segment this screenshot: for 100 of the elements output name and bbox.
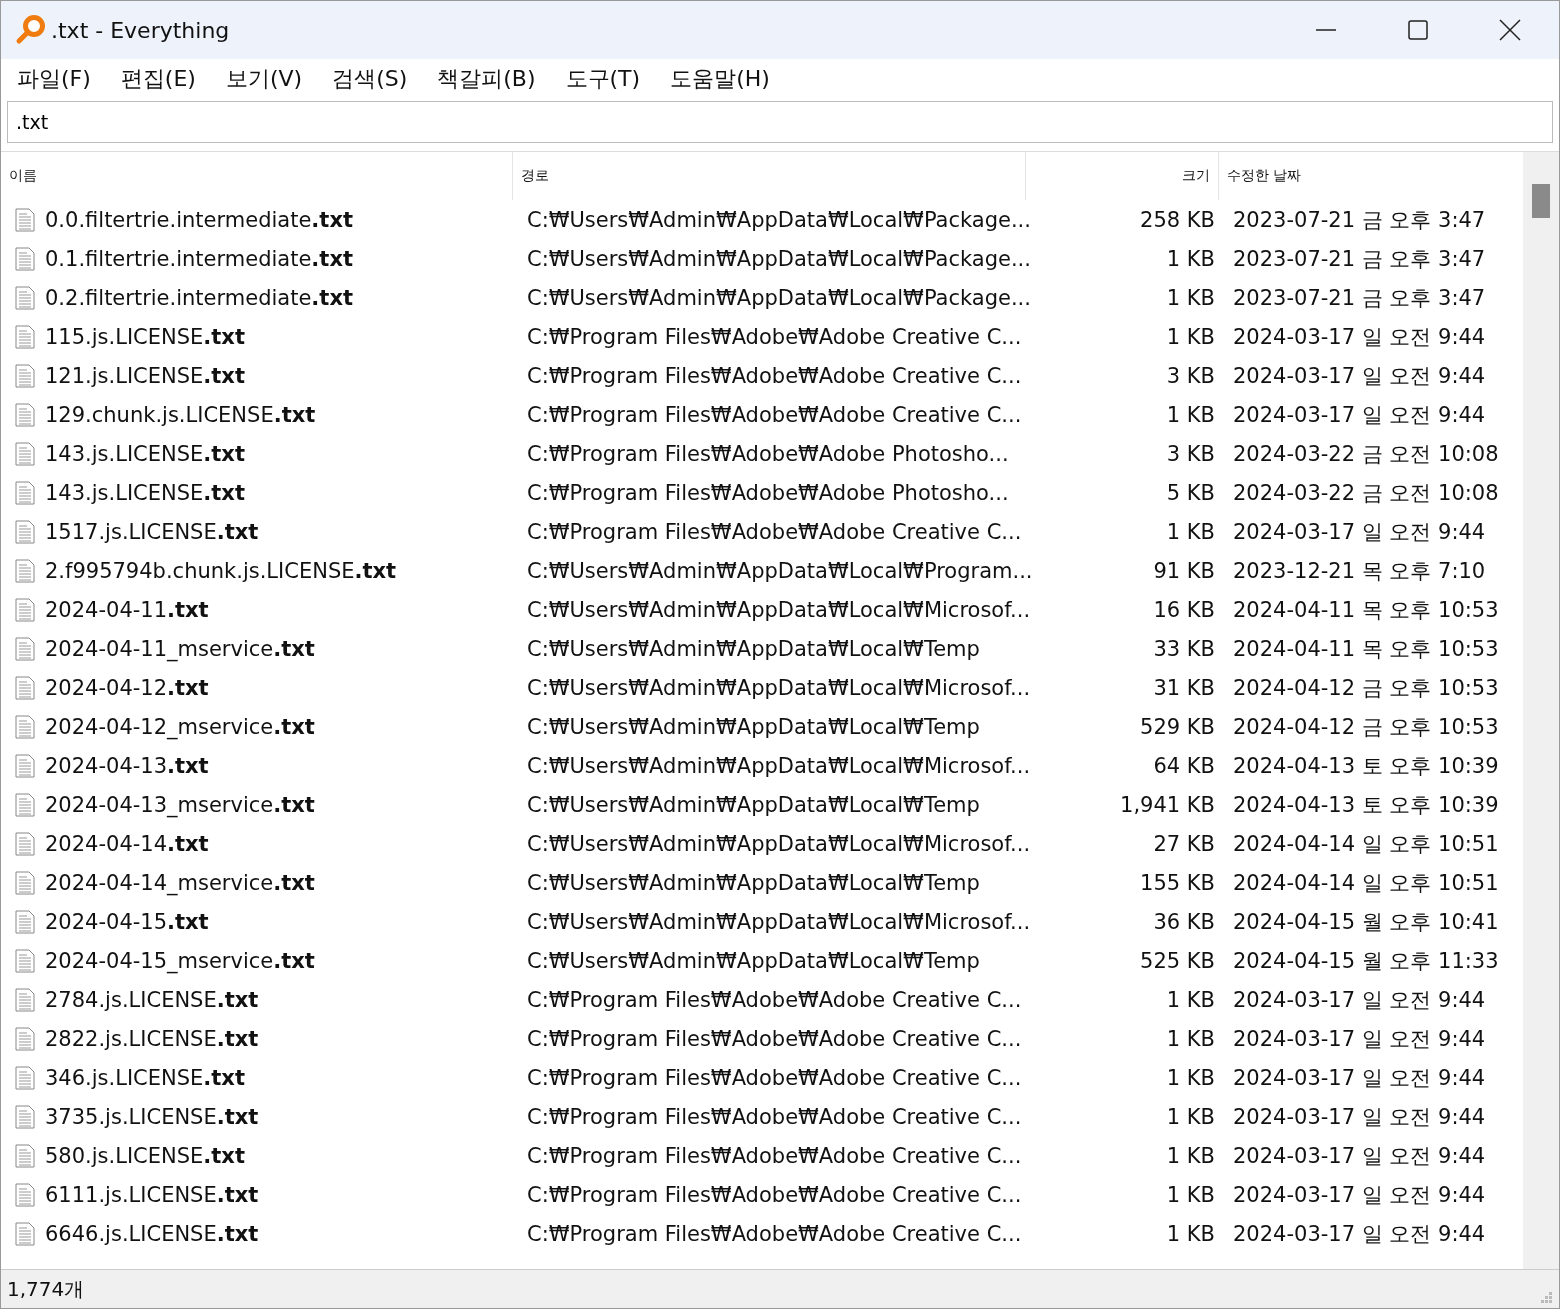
file-path: C:₩Users₩Admin₩AppData₩Local₩Temp bbox=[526, 792, 981, 817]
file-name: 0.0.filtertrie.intermediate.txt bbox=[45, 207, 353, 232]
document-icon bbox=[15, 558, 35, 583]
column-header[interactable]: 경로 bbox=[513, 152, 1026, 200]
file-size: 1 KB bbox=[1165, 987, 1216, 1012]
file-path: C:₩Program Files₩Adobe₩Adobe Creative C... bbox=[526, 1221, 1023, 1246]
document-icon bbox=[15, 792, 35, 817]
file-path: C:₩Program Files₩Adobe₩Adobe Photosho... bbox=[526, 480, 1010, 505]
file-name: 6646.js.LICENSE.txt bbox=[45, 1221, 259, 1246]
file-size: 3 KB bbox=[1165, 363, 1216, 388]
resize-grip-icon[interactable] bbox=[1539, 1290, 1553, 1304]
file-name: 143.js.LICENSE.txt bbox=[45, 441, 245, 466]
file-size: 5 KB bbox=[1165, 480, 1216, 505]
document-icon bbox=[15, 1143, 35, 1168]
document-icon bbox=[15, 714, 35, 739]
file-path: C:₩Users₩Admin₩AppData₩Local₩Temp bbox=[526, 870, 981, 895]
file-size: 1 KB bbox=[1165, 1143, 1216, 1168]
document-icon bbox=[15, 831, 35, 856]
modified-date: 2024-03-17 일 오전 9:44 bbox=[1232, 1025, 1487, 1053]
window-title: .txt - Everything bbox=[51, 17, 230, 43]
file-path: C:₩Program Files₩Adobe₩Adobe Creative C... bbox=[526, 1182, 1023, 1207]
file-name: 580.js.LICENSE.txt bbox=[45, 1143, 245, 1168]
menu-item[interactable]: 파일(F) bbox=[17, 64, 91, 94]
file-size: 1,941 KB bbox=[1119, 792, 1216, 817]
document-icon bbox=[15, 207, 35, 232]
column-header[interactable]: 크기 bbox=[1026, 152, 1219, 200]
search-field[interactable]: .txt bbox=[7, 101, 1553, 143]
file-name: 2024-04-14_mservice.txt bbox=[45, 870, 315, 895]
file-path: C:₩Users₩Admin₩AppData₩Local₩Temp bbox=[526, 948, 981, 973]
file-name: 346.js.LICENSE.txt bbox=[45, 1065, 245, 1090]
modified-date: 2024-04-13 토 오후 10:39 bbox=[1232, 791, 1500, 819]
document-icon bbox=[15, 363, 35, 388]
modified-date: 2024-03-17 일 오전 9:44 bbox=[1232, 1064, 1487, 1092]
modified-date: 2024-04-13 토 오후 10:39 bbox=[1232, 752, 1500, 780]
menu-item[interactable]: 도움말(H) bbox=[670, 64, 770, 94]
file-path: C:₩Users₩Admin₩AppData₩Local₩Microsof... bbox=[526, 831, 1026, 856]
modified-date: 2024-03-17 일 오전 9:44 bbox=[1232, 1142, 1487, 1170]
file-name: 129.chunk.js.LICENSE.txt bbox=[45, 402, 316, 427]
modified-date: 2024-03-17 일 오전 9:44 bbox=[1232, 1181, 1487, 1209]
document-icon bbox=[15, 1104, 35, 1129]
file-name: 2024-04-13.txt bbox=[45, 753, 209, 778]
file-name: 2024-04-12_mservice.txt bbox=[45, 714, 315, 739]
file-name: 2784.js.LICENSE.txt bbox=[45, 987, 259, 1012]
file-size: 1 KB bbox=[1165, 246, 1216, 271]
file-size: 525 KB bbox=[1139, 948, 1216, 973]
document-icon bbox=[15, 519, 35, 544]
file-name: 2024-04-12.txt bbox=[45, 675, 209, 700]
document-icon bbox=[15, 753, 35, 778]
modified-date: 2024-04-11 목 오후 10:53 bbox=[1232, 635, 1500, 663]
modified-date: 2024-04-14 일 오후 10:51 bbox=[1232, 869, 1500, 897]
document-icon bbox=[15, 246, 35, 271]
document-icon bbox=[15, 324, 35, 349]
menu-item[interactable]: 편집(E) bbox=[120, 64, 196, 94]
modified-date: 2024-03-17 일 오전 9:44 bbox=[1232, 323, 1487, 351]
menu-item[interactable]: 도구(T) bbox=[565, 64, 641, 94]
file-name: 2024-04-15_mservice.txt bbox=[45, 948, 315, 973]
document-icon bbox=[15, 402, 35, 427]
modified-date: 2023-07-21 금 오후 3:47 bbox=[1232, 206, 1487, 234]
document-icon bbox=[15, 1221, 35, 1246]
file-size: 36 KB bbox=[1152, 909, 1216, 934]
file-size: 64 KB bbox=[1152, 753, 1216, 778]
file-name: 2024-04-13_mservice.txt bbox=[45, 792, 315, 817]
column-header[interactable]: 이름 bbox=[1, 152, 513, 200]
column-header[interactable]: 수정한 날짜 bbox=[1219, 152, 1523, 200]
file-name: 2024-04-11.txt bbox=[45, 597, 209, 622]
modified-date: 2024-03-17 일 오전 9:44 bbox=[1232, 1103, 1487, 1131]
modified-date: 2024-04-15 월 오후 10:41 bbox=[1232, 908, 1500, 936]
document-icon bbox=[15, 1182, 35, 1207]
menu-item[interactable]: 검색(S) bbox=[332, 64, 408, 94]
file-size: 155 KB bbox=[1139, 870, 1216, 895]
menu-item[interactable]: 책갈피(B) bbox=[437, 64, 536, 94]
menu-item[interactable]: 보기(V) bbox=[225, 64, 303, 94]
document-icon bbox=[15, 1026, 35, 1051]
modified-date: 2024-03-22 금 오전 10:08 bbox=[1232, 440, 1500, 468]
document-icon bbox=[15, 441, 35, 466]
file-name: 1517.js.LICENSE.txt bbox=[45, 519, 259, 544]
file-name: 2024-04-11_mservice.txt bbox=[45, 636, 315, 661]
file-path: C:₩Program Files₩Adobe₩Adobe Creative C... bbox=[526, 1143, 1023, 1168]
modified-date: 2024-03-17 일 오전 9:44 bbox=[1232, 986, 1487, 1014]
file-name: 115.js.LICENSE.txt bbox=[45, 324, 245, 349]
file-name: 2.f995794b.chunk.js.LICENSE.txt bbox=[45, 558, 397, 583]
file-path: C:₩Program Files₩Adobe₩Adobe Photosho... bbox=[526, 441, 1010, 466]
file-path: C:₩Program Files₩Adobe₩Adobe Creative C... bbox=[526, 519, 1023, 544]
file-path: C:₩Users₩Admin₩AppData₩Local₩Temp bbox=[526, 636, 981, 661]
document-icon bbox=[15, 480, 35, 505]
document-icon bbox=[15, 870, 35, 895]
modified-date: 2023-07-21 금 오후 3:47 bbox=[1232, 284, 1487, 312]
close-icon[interactable] bbox=[1499, 19, 1521, 41]
file-path: C:₩Users₩Admin₩AppData₩Local₩Temp bbox=[526, 714, 981, 739]
file-size: 1 KB bbox=[1165, 1182, 1216, 1207]
maximize-icon[interactable] bbox=[1407, 19, 1429, 41]
file-name: 2024-04-15.txt bbox=[45, 909, 209, 934]
file-name: 2024-04-14.txt bbox=[45, 831, 209, 856]
file-name: 6111.js.LICENSE.txt bbox=[45, 1182, 259, 1207]
file-path: C:₩Program Files₩Adobe₩Adobe Creative C... bbox=[526, 324, 1023, 349]
modified-date: 2024-03-17 일 오전 9:44 bbox=[1232, 518, 1487, 546]
document-icon bbox=[15, 987, 35, 1012]
modified-date: 2024-03-17 일 오전 9:44 bbox=[1232, 362, 1487, 390]
scrollbar-thumb[interactable] bbox=[1532, 184, 1550, 218]
modified-date: 2024-03-17 일 오전 9:44 bbox=[1232, 1220, 1487, 1248]
